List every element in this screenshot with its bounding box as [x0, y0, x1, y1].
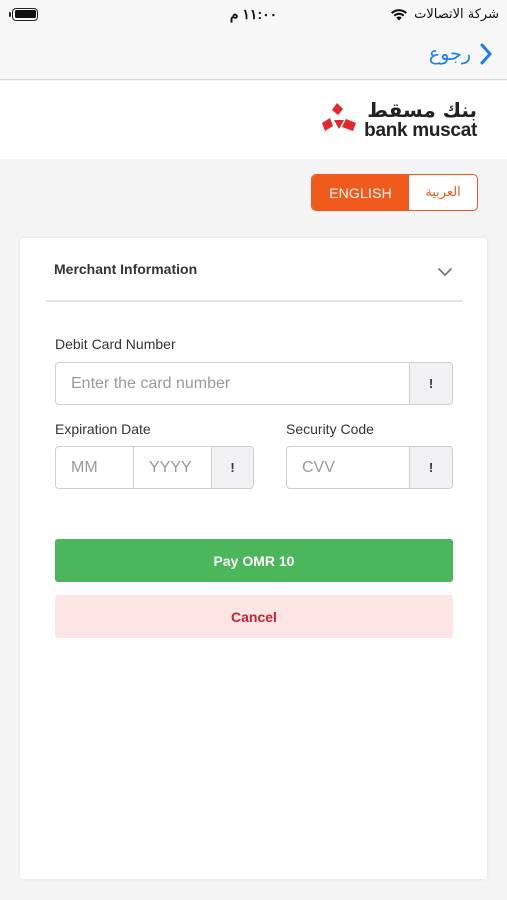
wifi-icon [391, 9, 408, 21]
card-number-input[interactable]: Enter the card number [56, 363, 410, 404]
status-time: ١١:٠٠ م [229, 5, 278, 22]
bank-muscat-logo-icon [322, 103, 357, 131]
security-code-field: CVV ! [286, 446, 453, 489]
expiration-month-input[interactable]: MM [56, 447, 134, 488]
merchant-information-title: Merchant Information [54, 261, 198, 277]
language-switch: ENGLISH العربية [311, 174, 478, 211]
header-logo-area: بنك مسقط bank muscat [0, 81, 507, 159]
expiration-date-label: Expiration Date [55, 421, 151, 437]
pay-button[interactable]: Pay OMR 10 [55, 539, 453, 582]
security-code-label: Security Code [286, 421, 374, 437]
back-label: رجوع [428, 42, 471, 65]
logo-arabic-text: بنك مسقط [367, 98, 477, 122]
status-bar: ١١:٠٠ م شركة الاتصالات [0, 0, 507, 28]
bank-logo: بنك مسقط bank muscat [320, 98, 477, 142]
expiration-year-input[interactable]: YYYY [134, 447, 212, 488]
chevron-right-icon [480, 43, 492, 64]
expiration-date-field: MM YYYY ! [55, 446, 254, 489]
language-english-button[interactable]: ENGLISH [312, 175, 409, 210]
payment-card: Merchant Information Debit Card Number E… [20, 238, 487, 879]
merchant-information-toggle[interactable]: Merchant Information [46, 238, 463, 302]
card-number-field: Enter the card number ! [55, 362, 453, 405]
chevron-down-icon [438, 268, 452, 276]
carrier-name: شركة الاتصالات [414, 6, 499, 22]
card-number-info-button[interactable]: ! [410, 363, 452, 404]
logo-english-text: bank muscat [364, 120, 477, 141]
security-code-info-button[interactable]: ! [410, 447, 452, 488]
cancel-button[interactable]: Cancel [55, 595, 453, 638]
security-code-input[interactable]: CVV [287, 447, 410, 488]
card-number-label: Debit Card Number [55, 336, 176, 352]
back-button[interactable]: رجوع [429, 43, 493, 65]
language-arabic-button[interactable]: العربية [409, 175, 477, 210]
navigation-bar: رجوع [0, 28, 507, 80]
battery-icon [9, 7, 38, 21]
expiration-info-button[interactable]: ! [212, 447, 253, 488]
